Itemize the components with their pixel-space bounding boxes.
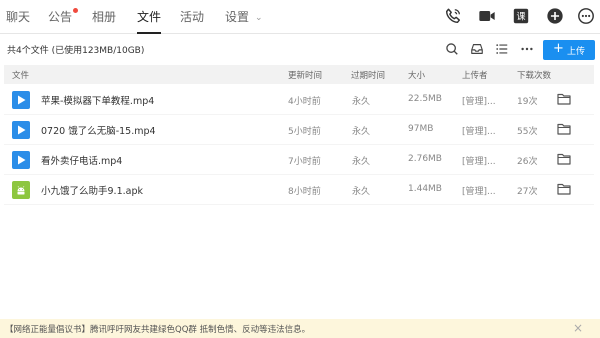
expire-time: 永久 [352,187,371,197]
more-icon[interactable] [576,6,596,26]
notification-dot [73,8,79,13]
tab-chat[interactable]: 聊天 [6,8,30,26]
plus-icon: + [553,41,564,56]
table-row[interactable]: 苹果-模拟器下单教程.mp4 4小时前 永久 22.5MB [管理]... 19… [4,85,594,115]
notice-bar: 【网络正能量倡议书】腾讯呼吁网友共建绿色QQ群 抵制色情、反动等违法信息。 × [0,319,600,338]
folder-icon[interactable] [557,93,571,105]
table-row[interactable]: 0720 饿了么无脑-15.mp4 5小时前 永久 97MB [管理]... 5… [4,115,594,145]
inbox-icon[interactable] [468,40,486,58]
tab-settings[interactable]: 设置 ⌄ [225,8,263,26]
tab-files[interactable]: 文件 [137,8,162,34]
folder-icon[interactable] [557,183,571,195]
updated-time: 7小时前 [288,157,321,167]
expire-time: 永久 [352,97,371,107]
expire-time: 永久 [352,157,371,167]
header-downloads[interactable]: 下载次数 [517,69,551,81]
tab-activity[interactable]: 活动 [180,8,204,26]
upload-button[interactable]: + 上传 [543,40,595,60]
close-icon[interactable]: × [572,322,584,334]
file-summary: 共4个文件 (已使用123MB/10GB) [7,46,145,56]
file-size: 97MB [408,124,434,134]
tab-album[interactable]: 相册 [92,8,116,26]
download-count: 19次 [517,97,538,107]
more-icon[interactable] [518,40,536,58]
updated-time: 5小时前 [288,127,321,137]
file-name[interactable]: 小九饿了么助手9.1.apk [41,183,143,197]
expire-time: 永久 [352,127,371,137]
header-expire[interactable]: 过期时间 [351,69,385,81]
video-icon[interactable] [477,6,497,26]
table-header: 文件 更新时间 过期时间 大小 上传者 下载次数 [4,65,594,84]
uploader[interactable]: [管理]... [462,184,496,197]
file-name[interactable]: 苹果-模拟器下单教程.mp4 [41,93,154,107]
download-count: 55次 [517,127,538,137]
header-file[interactable]: 文件 [12,69,29,81]
video-file-icon [12,151,30,169]
header-updated[interactable]: 更新时间 [288,69,322,81]
file-size: 22.5MB [408,94,442,104]
video-file-icon [12,121,30,139]
classroom-icon[interactable]: 课 [511,6,531,26]
updated-time: 4小时前 [288,97,321,107]
file-size: 2.76MB [408,154,442,164]
download-count: 27次 [517,187,538,197]
header-uploader[interactable]: 上传者 [462,69,488,81]
uploader[interactable]: [管理]... [462,124,496,137]
folder-icon[interactable] [557,123,571,135]
add-icon[interactable] [545,6,565,26]
updated-time: 8小时前 [288,187,321,197]
file-name[interactable]: 0720 饿了么无脑-15.mp4 [41,123,156,137]
uploader[interactable]: [管理]... [462,154,496,167]
header-size[interactable]: 大小 [408,69,425,81]
table-row[interactable]: 小九饿了么助手9.1.apk 8小时前 永久 1.44MB [管理]... 27… [4,175,594,205]
classroom-glyph: 课 [516,12,525,23]
phone-icon[interactable] [443,6,463,26]
file-size: 1.44MB [408,184,442,194]
tab-announcement[interactable]: 公告 [48,8,79,26]
download-count: 26次 [517,157,538,167]
file-name[interactable]: 看外卖仔电话.mp4 [41,153,122,167]
notice-text[interactable]: 【网络正能量倡议书】腾讯呼吁网友共建绿色QQ群 抵制色情、反动等违法信息。 [5,323,310,335]
folder-icon[interactable] [557,153,571,165]
list-icon[interactable] [493,40,511,58]
search-icon[interactable] [443,40,461,58]
table-row[interactable]: 看外卖仔电话.mp4 7小时前 永久 2.76MB [管理]... 26次 [4,145,594,175]
chevron-down-icon: ⌄ [255,13,263,23]
android-file-icon [12,181,30,199]
video-file-icon [12,91,30,109]
file-toolbar: 共4个文件 (已使用123MB/10GB) + 上传 [0,34,600,64]
top-nav: 聊天 公告 相册 文件 活动 设置 ⌄ 课 [0,0,600,34]
uploader[interactable]: [管理]... [462,94,496,107]
